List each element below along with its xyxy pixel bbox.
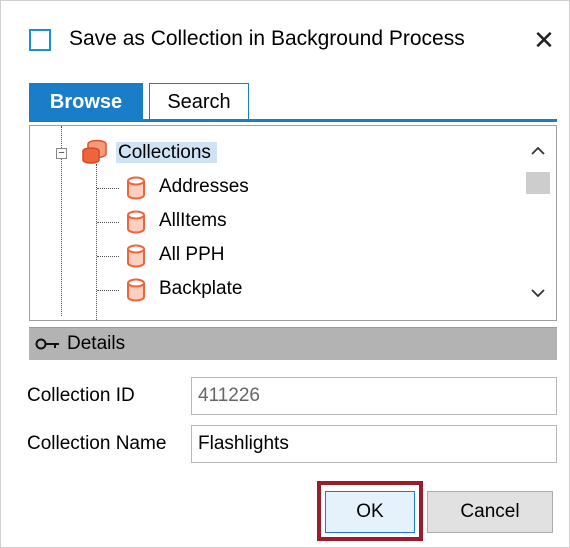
tree-scrollbar[interactable] (524, 134, 552, 316)
tree-item-backplate[interactable]: Backplate (159, 274, 242, 304)
scroll-down-icon[interactable] (524, 282, 552, 306)
database-icon (127, 244, 145, 268)
database-icon (127, 210, 145, 234)
database-icon (127, 176, 145, 200)
tree-item-label: Collections (116, 142, 217, 163)
tree-connector (97, 188, 119, 189)
tab-underline (29, 119, 557, 122)
ok-button[interactable]: OK (325, 491, 415, 533)
close-button[interactable]: ✕ (529, 23, 559, 57)
scroll-thumb[interactable] (526, 172, 550, 194)
collection-id-label: Collection ID (27, 385, 135, 406)
tree-connector (97, 222, 119, 223)
tree-item-all-pph[interactable]: All PPH (159, 240, 224, 270)
tree-item-allitems[interactable]: AllItems (159, 206, 227, 236)
scroll-up-icon[interactable] (524, 140, 552, 164)
tree-item-collections[interactable]: Collections (116, 138, 217, 168)
collection-name-label: Collection Name (27, 433, 167, 454)
tree-item-addresses[interactable]: Addresses (159, 172, 249, 202)
database-stack-icon (82, 139, 107, 164)
key-icon (35, 338, 59, 350)
collection-tree[interactable]: − Collections Addresses AllItems All PPH (29, 125, 557, 321)
tree-connector (97, 256, 119, 257)
window-title: Save as Collection in Background Process (69, 27, 465, 50)
details-section-toggle[interactable]: Details (29, 327, 557, 360)
cancel-button[interactable]: Cancel (427, 491, 553, 533)
tab-search[interactable]: Search (149, 83, 249, 119)
details-label: Details (67, 333, 126, 354)
collapse-toggle[interactable]: − (56, 148, 67, 159)
dialog-window: Save as Collection in Background Process… (0, 0, 570, 548)
tab-browse[interactable]: Browse (29, 83, 143, 119)
tree-connector (97, 290, 119, 291)
collection-name-field[interactable] (191, 425, 557, 463)
title-bar: Save as Collection in Background Process… (1, 1, 569, 79)
window-app-icon (29, 29, 51, 51)
database-icon (127, 278, 145, 302)
collection-id-field[interactable] (191, 377, 557, 415)
